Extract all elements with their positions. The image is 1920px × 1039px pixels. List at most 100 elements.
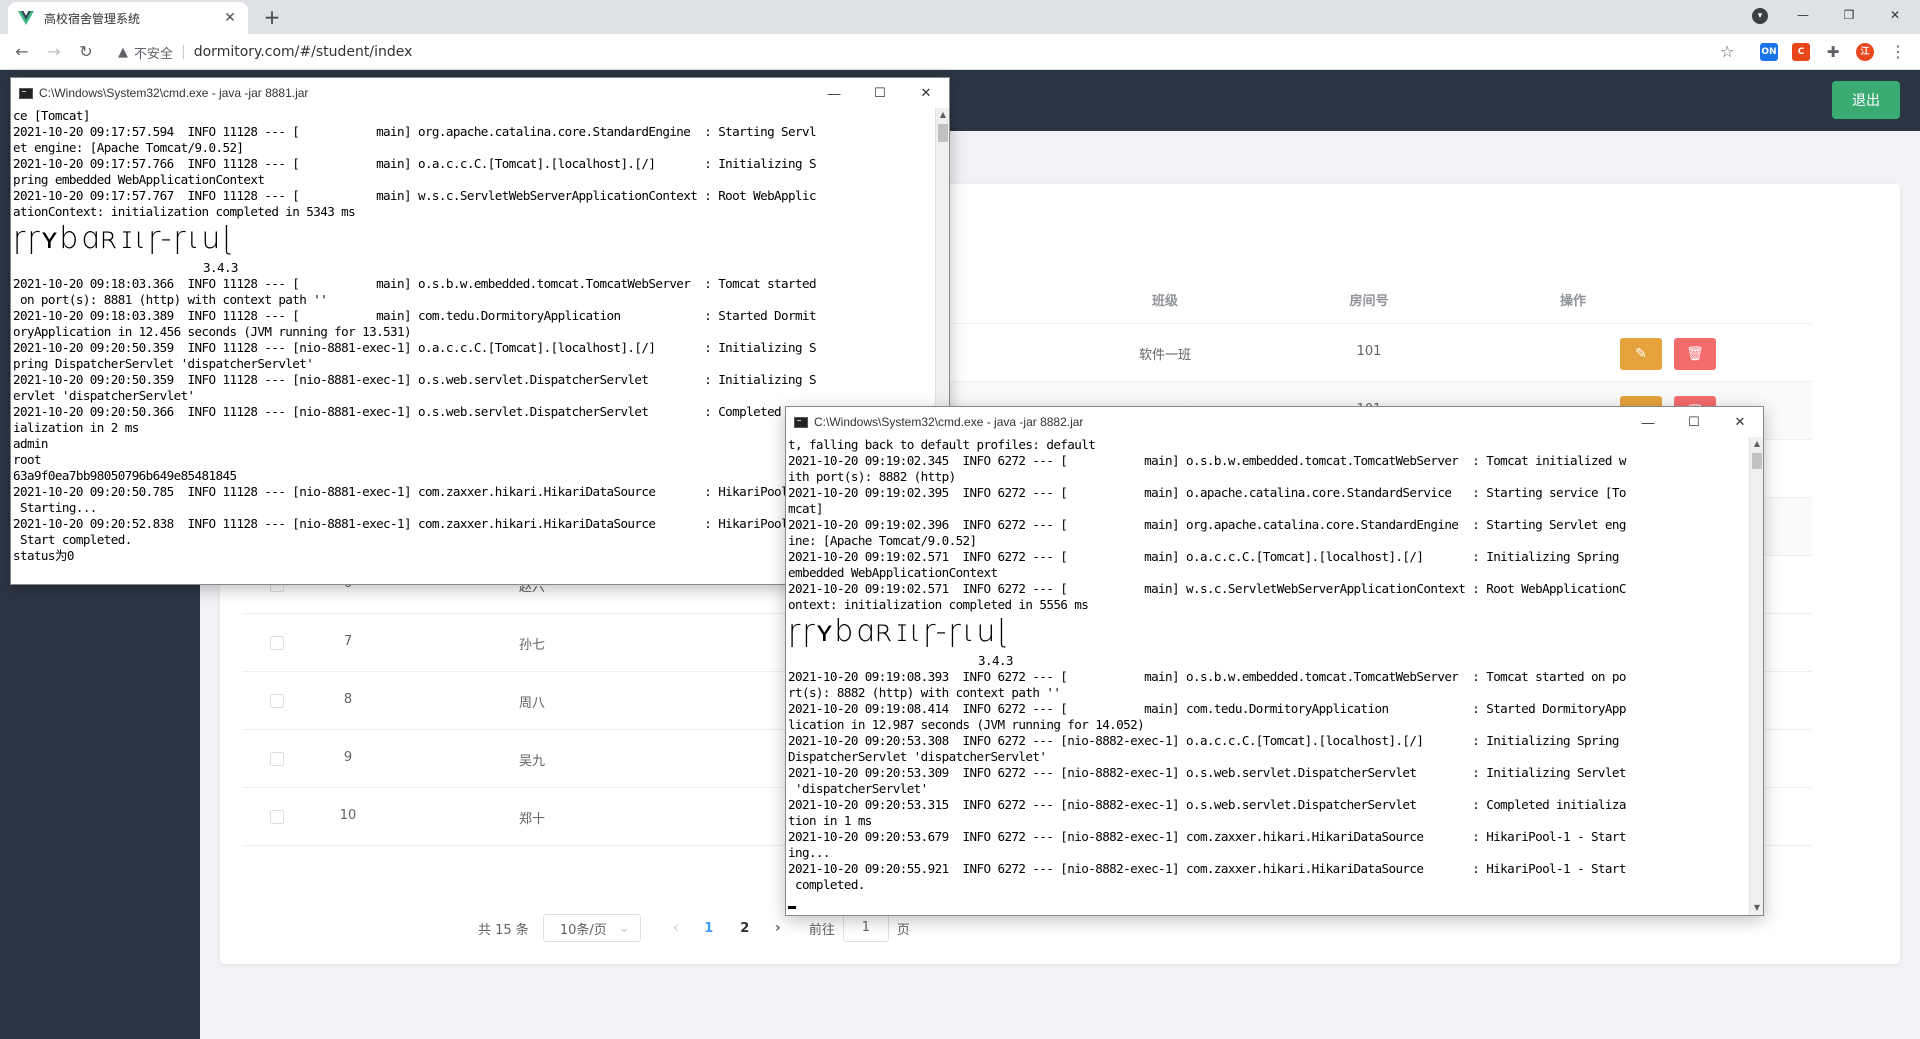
row-checkbox[interactable] [270,752,284,766]
tab-close-icon[interactable]: ✕ [222,10,238,26]
logout-button[interactable]: 退出 [1832,81,1900,119]
banner-version: 3.4.3 [978,653,1014,668]
name-cell: 吴九 [518,754,546,769]
room-cell: 101 [1356,344,1382,359]
reload-icon[interactable]: ↻ [74,40,98,64]
tab-search-icon[interactable]: ▾ [1752,8,1768,24]
console-line: rt(s): 8882 (http) with context path '' [788,685,1061,700]
console-line: pring DispatcherServlet 'dispatcherServl… [13,356,314,371]
console-line: 2021-10-20 09:17:57.767 INFO 11128 --- [… [13,188,817,203]
prev-page-icon[interactable]: ‹ [661,920,691,936]
chevron-down-icon: ⌄ [618,920,630,936]
console-line: 2021-10-20 09:20:53.679 INFO 6272 --- [n… [788,829,1626,844]
extension-c-icon[interactable]: C [1792,43,1810,61]
mybatis-plus-banner: ɼɼʏbɑʀɪɩɼ-ɼɩuɭ [13,221,236,256]
row-checkbox[interactable] [270,636,284,650]
next-page-icon[interactable]: › [763,920,793,936]
page-number[interactable]: 1 [691,921,727,936]
browser-tab-bar: 高校宿舍管理系统 ✕ + ▾ — ❐ ✕ [0,0,1920,34]
cmd-minimize-button[interactable]: — [1625,407,1671,437]
profile-avatar[interactable]: 江 [1856,43,1874,61]
scroll-thumb[interactable] [1752,453,1762,469]
console-line: lication in 12.987 seconds (JVM running … [788,717,1145,732]
console-line: 2021-10-20 09:18:03.389 INFO 11128 --- [… [13,308,817,323]
console-line: ontext: initialization completed in 5556… [788,597,1089,612]
header-actions: 操作 [1559,294,1587,309]
console-line: 2021-10-20 09:20:50.359 INFO 11128 --- [… [13,340,817,355]
cmd-window-8882: C:\Windows\System32\cmd.exe - java -jar … [785,406,1764,916]
edit-icon: ✎ [1635,346,1647,362]
console-line: completed. [788,877,865,892]
browser-menu-icon[interactable]: ⋮ [1886,40,1910,64]
console-line: ith port(s): 8882 (http) [788,469,956,484]
console-line: 2021-10-20 09:20:55.921 INFO 6272 --- [n… [788,861,1626,876]
console-line: oryApplication in 12.456 seconds (JVM ru… [13,324,412,339]
console-line: ce [Tomcat] [13,108,90,123]
url-text[interactable]: dormitory.com/#/student/index [194,44,413,60]
cmd-title: C:\Windows\System32\cmd.exe - java -jar … [814,415,1084,429]
cmd-maximize-button[interactable]: ☐ [1671,407,1717,437]
cmd-maximize-button[interactable]: ☐ [857,78,903,108]
row-checkbox[interactable] [270,810,284,824]
cmd-close-button[interactable]: ✕ [1717,407,1763,437]
name-cell: 孙七 [518,638,546,653]
console-line: 2021-10-20 09:19:02.571 INFO 6272 --- [ … [788,549,1619,564]
cmd-icon [794,416,808,428]
console-line: t, falling back to default profiles: def… [788,437,1096,452]
browser-restore-button[interactable]: ❐ [1826,0,1872,30]
back-icon[interactable]: ← [10,40,34,64]
console-line: ervlet 'dispatcherServlet' [13,388,195,403]
class-cell: 软件一班 [1138,348,1192,363]
cmd-close-button[interactable]: ✕ [903,78,949,108]
delete-button[interactable]: 🗑 [1674,338,1716,370]
scroll-up-icon[interactable]: ▲ [936,108,950,122]
warning-icon[interactable]: ▲ [118,45,128,60]
cmd-lines-top: t, falling back to default profiles: def… [788,437,1749,613]
scroll-up-icon[interactable]: ▲ [1750,437,1764,451]
id-cell: 8 [343,692,353,707]
id-cell: 9 [343,750,353,765]
console-line: 2021-10-20 09:19:02.571 INFO 6272 --- [ … [788,581,1626,596]
console-line: 2021-10-20 09:20:53.315 INFO 6272 --- [n… [788,797,1626,812]
extensions-puzzle-icon[interactable]: ✚ [1824,43,1842,61]
cmd-titlebar[interactable]: C:\Windows\System32\cmd.exe - java -jar … [786,407,1763,437]
browser-close-button[interactable]: ✕ [1872,0,1918,30]
extension-on-icon[interactable]: ON [1760,43,1778,61]
console-line: 2021-10-20 09:20:50.359 INFO 11128 --- [… [13,372,817,387]
browser-tab[interactable]: 高校宿舍管理系统 ✕ [8,2,248,34]
omnibox-separator: | [181,44,186,60]
cmd-title: C:\Windows\System32\cmd.exe - java -jar … [39,86,309,100]
row-checkbox[interactable] [270,694,284,708]
cmd-titlebar[interactable]: C:\Windows\System32\cmd.exe - java -jar … [11,78,949,108]
forward-icon[interactable]: → [42,40,66,64]
insecure-label[interactable]: 不安全 [134,43,173,62]
mybatis-plus-banner: ɼɼʏbɑʀɪɩɼ-ɼɩuɭ [788,614,1011,649]
page-size-select[interactable]: 10条/页 ⌄ [542,914,641,942]
browser-minimize-button[interactable]: — [1780,0,1826,30]
bookmark-star-icon[interactable]: ☆ [1720,42,1734,61]
cmd-icon [19,87,33,99]
pagination: 共 15 条 10条/页 ⌄ ‹ 1 2 › 前往 1 页 [478,914,910,942]
id-cell: 7 [343,634,353,649]
goto-label: 前往 [808,922,835,938]
cmd-scrollbar[interactable]: ▲ ▼ [1749,437,1763,915]
cmd-minimize-button[interactable]: — [811,78,857,108]
console-line: tion in 1 ms [788,813,872,828]
console-line: embedded WebApplicationContext [788,565,998,580]
new-tab-button[interactable]: + [258,4,286,32]
goto-page-input[interactable]: 1 [842,914,889,942]
url-omnibox[interactable]: ▲ 不安全 | dormitory.com/#/student/index [110,38,1760,66]
console-line: 'dispatcherServlet' [788,781,928,796]
pagination-total: 共 15 条 [478,922,529,938]
scroll-thumb[interactable] [938,124,948,142]
scroll-down-icon[interactable]: ▼ [1750,901,1764,915]
cmd-output[interactable]: t, falling back to default profiles: def… [786,437,1749,915]
console-line: 2021-10-20 09:20:53.309 INFO 6272 --- [n… [788,765,1626,780]
edit-button[interactable]: ✎ [1620,338,1662,370]
console-line: pring embedded WebApplicationContext [13,172,265,187]
address-bar: ← → ↻ ▲ 不安全 | dormitory.com/#/student/in… [0,34,1920,70]
console-line: 2021-10-20 09:19:08.414 INFO 6272 --- [ … [788,701,1626,716]
page-size-value: 10条/页 [559,922,607,938]
banner-version: 3.4.3 [203,260,239,275]
page-number[interactable]: 2 [727,921,763,936]
